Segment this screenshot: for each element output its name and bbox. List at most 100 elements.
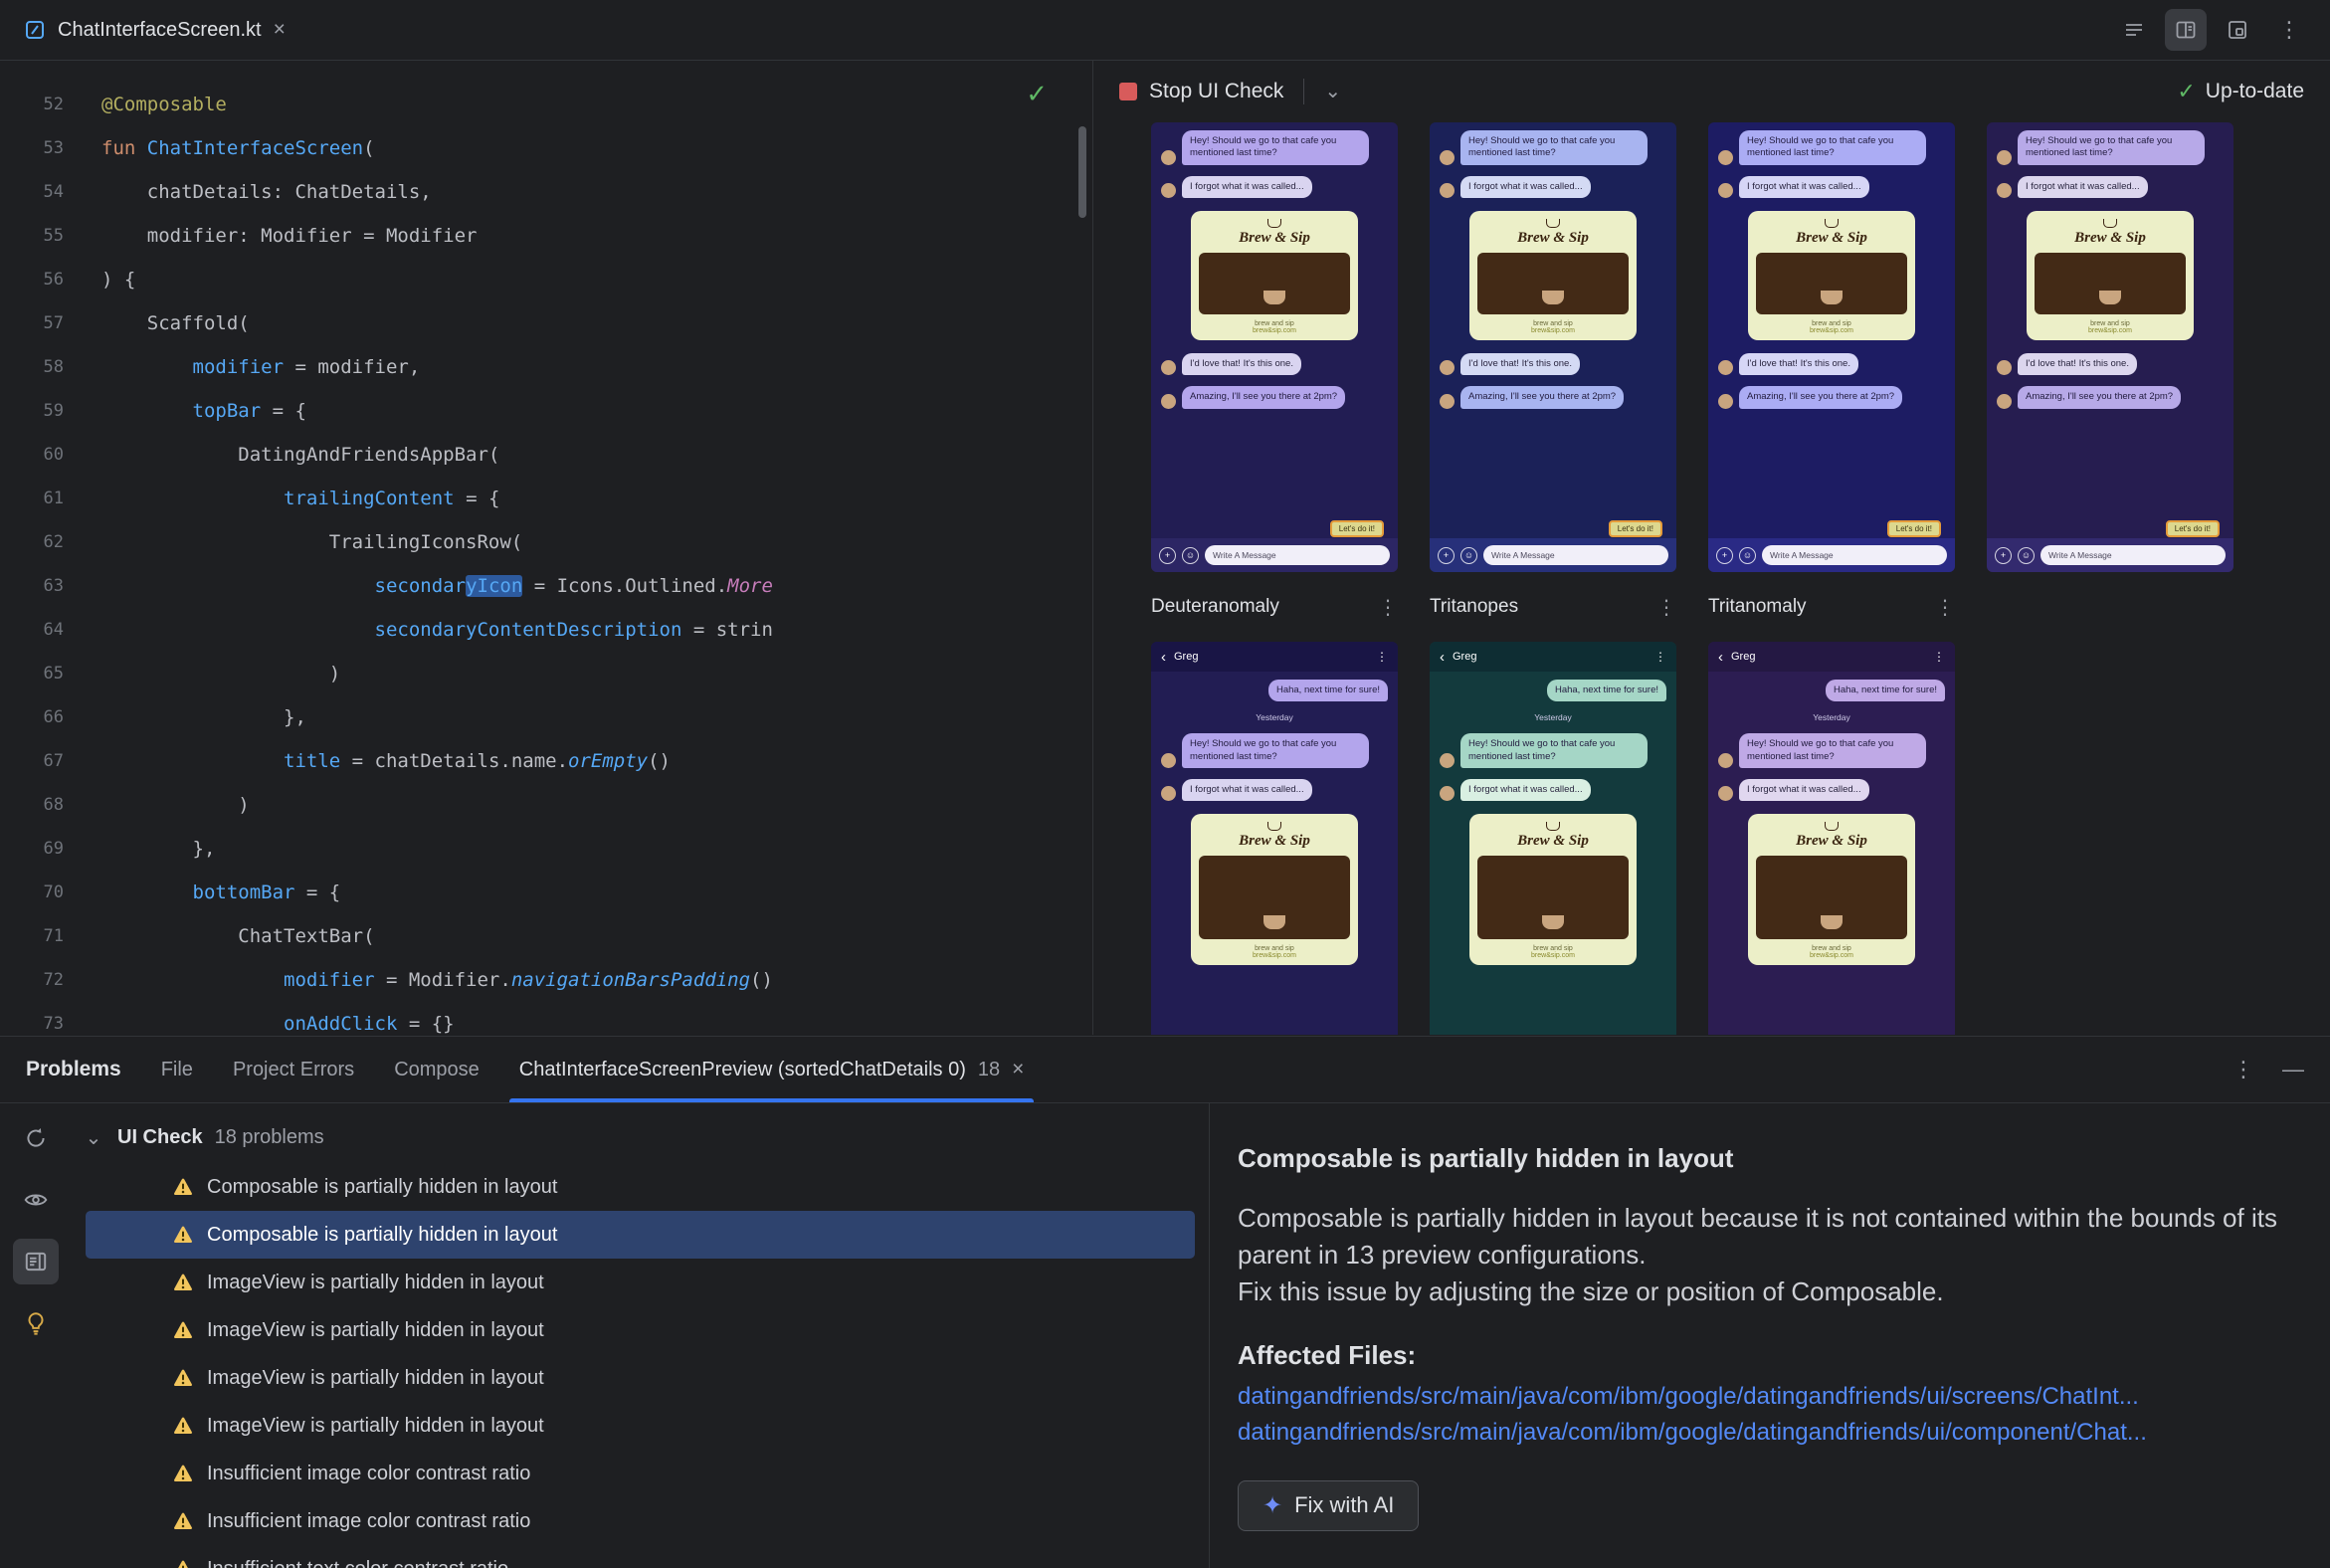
refresh-icon[interactable] (13, 1115, 59, 1161)
phone-preview[interactable]: ‹ Greg ⋮ Haha, next time for sure! Yesterday… (1708, 642, 1955, 1035)
split-preview-icon[interactable] (2165, 9, 2207, 51)
code-line[interactable]: 67 title = chatDetails.name.orEmpty() (0, 739, 1091, 783)
code-line[interactable]: 72 modifier = Modifier.navigationBarsPad… (0, 958, 1091, 1002)
emoji-icon[interactable]: ☺ (1182, 546, 1199, 564)
message-input[interactable]: Write A Message (1762, 545, 1947, 565)
back-icon[interactable]: ‹ (1161, 649, 1166, 666)
message-input[interactable]: Write A Message (2040, 545, 2226, 565)
code-line[interactable]: 59 topBar = { (0, 389, 1091, 433)
lightbulb-icon[interactable] (13, 1300, 59, 1346)
back-icon[interactable]: ‹ (1718, 649, 1723, 666)
add-icon[interactable]: + (1995, 546, 2012, 564)
code-line[interactable]: 57 Scaffold( (0, 301, 1091, 345)
more-kebab-icon[interactable]: ⋮ (2268, 9, 2310, 51)
problem-item[interactable]: ImageView is partially hidden in layout (86, 1402, 1195, 1450)
kebab-icon[interactable]: ⋮ (1378, 595, 1398, 620)
close-tab-icon[interactable]: × (274, 18, 286, 42)
problem-item[interactable]: Composable is partially hidden in layout (86, 1163, 1195, 1211)
phone-preview[interactable]: ‹ Greg ⋮ Haha, next time for sure! Yesterday… (1430, 642, 1676, 1035)
code-line[interactable]: 71 ChatTextBar( (0, 914, 1091, 958)
card-link[interactable]: brew&sip.com (1756, 952, 1907, 959)
emoji-icon[interactable]: ☺ (1460, 546, 1477, 564)
flagged-composable: Let's do it! (1886, 520, 1941, 537)
problem-item[interactable]: Insufficient image color contrast ratio (86, 1450, 1195, 1497)
editor-tab[interactable]: ChatInterfaceScreen.kt × (0, 0, 307, 60)
problem-item[interactable]: ImageView is partially hidden in layout (86, 1306, 1195, 1354)
problem-item[interactable]: Insufficient text color contrast ratio (86, 1545, 1195, 1568)
add-icon[interactable]: + (1438, 546, 1455, 564)
phone-preview[interactable]: ‹ Greg ⋮ Haha, next time for sure! Yesterday… (1151, 642, 1398, 1035)
code-line[interactable]: 64 secondaryContentDescription = strin (0, 608, 1091, 652)
code-line[interactable]: 53 fun ChatInterfaceScreen( (0, 126, 1091, 170)
back-icon[interactable]: ‹ (1440, 649, 1445, 666)
emoji-icon[interactable]: ☺ (2018, 546, 2035, 564)
phone-preview[interactable]: Hey! Should we go to that cafe you menti… (1151, 122, 1398, 572)
code-line[interactable]: 65 ) (0, 652, 1091, 695)
tab-compose[interactable]: Compose (394, 1037, 480, 1102)
code-line[interactable]: 54 chatDetails: ChatDetails, (0, 170, 1091, 214)
chevron-down-icon[interactable]: ⌄ (1324, 82, 1341, 101)
inspection-ok-icon[interactable]: ✓ (1026, 79, 1048, 109)
code-line[interactable]: 70 bottomBar = { (0, 871, 1091, 914)
add-icon[interactable]: + (1716, 546, 1733, 564)
add-icon[interactable]: + (1159, 546, 1176, 564)
kebab-icon[interactable]: ⋮ (1376, 650, 1388, 664)
problem-item[interactable]: Insufficient image color contrast ratio (86, 1497, 1195, 1545)
minimize-icon[interactable]: — (2282, 1057, 2304, 1082)
code-line[interactable]: 61 trailingContent = { (0, 477, 1091, 520)
card-link[interactable]: brew&sip.com (1477, 952, 1629, 959)
tab-file[interactable]: File (161, 1037, 193, 1102)
device-frame-icon[interactable] (2217, 9, 2258, 51)
problem-item[interactable]: ImageView is partially hidden in layout (86, 1354, 1195, 1402)
more-kebab-icon[interactable]: ⋮ (2233, 1057, 2254, 1082)
card-link[interactable]: brew&sip.com (1477, 327, 1629, 334)
close-tab-icon[interactable]: × (1012, 1058, 1024, 1081)
code-line[interactable]: 60 DatingAndFriendsAppBar( (0, 433, 1091, 477)
problem-item[interactable]: ImageView is partially hidden in layout (86, 1259, 1195, 1306)
editor-scrollbar[interactable] (1078, 126, 1086, 218)
fix-with-ai-button[interactable]: ✦ Fix with AI (1238, 1479, 1420, 1531)
kebab-icon[interactable]: ⋮ (1656, 595, 1676, 620)
problem-item[interactable]: Composable is partially hidden in layout (86, 1211, 1195, 1259)
code-line[interactable]: 66 }, (0, 695, 1091, 739)
affected-file-link[interactable]: datingandfriends/src/main/java/com/ibm/g… (1238, 1383, 2290, 1411)
affected-file-link[interactable]: datingandfriends/src/main/java/com/ibm/g… (1238, 1419, 2290, 1447)
problems-group-row[interactable]: ⌄ UI Check 18 problems (72, 1111, 1209, 1163)
structure-lines-icon[interactable] (2113, 9, 2155, 51)
code-line[interactable]: 55 modifier: Modifier = Modifier (0, 214, 1091, 258)
eye-icon[interactable] (13, 1177, 59, 1223)
code-line[interactable]: 62 TrailingIconsRow( (0, 520, 1091, 564)
code-text: secondaryContentDescription = strin (374, 619, 773, 641)
code-line[interactable]: 58 modifier = modifier, (0, 345, 1091, 389)
card-link[interactable]: brew&sip.com (1199, 327, 1350, 334)
code-line[interactable]: 69 }, (0, 827, 1091, 871)
chat-bubble: I'd love that! It's this one. (1182, 353, 1301, 376)
kebab-icon[interactable]: ⋮ (1935, 595, 1955, 620)
problems-list[interactable]: ⌄ UI Check 18 problems Composable is par… (72, 1103, 1209, 1568)
phone-preview[interactable]: Hey! Should we go to that cafe you menti… (1708, 122, 1955, 572)
stop-ui-check-button[interactable]: Stop UI Check (1149, 80, 1283, 103)
phone-preview[interactable]: Hey! Should we go to that cafe you menti… (1987, 122, 2233, 572)
message-input[interactable]: Write A Message (1205, 545, 1390, 565)
code-editor[interactable]: 52 @Composable 53 fun ChatInterfaceScreen(5… (0, 61, 1091, 1035)
code-line[interactable]: 68 ) (0, 783, 1091, 827)
warning-icon (174, 1226, 192, 1243)
code-line[interactable]: 52 @Composable (0, 83, 1091, 126)
chat-bubble: Hey! Should we go to that cafe you menti… (2018, 130, 2205, 165)
code-line[interactable]: 73 onAddClick = {} (0, 1002, 1091, 1035)
code-line[interactable]: 63 secondaryIcon = Icons.Outlined.More (0, 564, 1091, 608)
kebab-icon[interactable]: ⋮ (1654, 650, 1666, 664)
message-input[interactable]: Write A Message (1483, 545, 1668, 565)
emoji-icon[interactable]: ☺ (1739, 546, 1756, 564)
tab-project-errors[interactable]: Project Errors (233, 1037, 354, 1102)
code-line[interactable]: 56) { (0, 258, 1091, 301)
card-link[interactable]: brew&sip.com (1199, 952, 1350, 959)
card-link[interactable]: brew&sip.com (1756, 327, 1907, 334)
tab-ui-check-preview[interactable]: ChatInterfaceScreenPreview (sortedChatDe… (508, 1037, 1035, 1102)
preview-canvas[interactable]: Hey! Should we go to that cafe you menti… (1093, 122, 2330, 1035)
detail-view-icon[interactable] (13, 1239, 59, 1284)
chevron-down-icon[interactable]: ⌄ (82, 1125, 105, 1150)
phone-preview[interactable]: Hey! Should we go to that cafe you menti… (1430, 122, 1676, 572)
card-link[interactable]: brew&sip.com (2035, 327, 2186, 334)
kebab-icon[interactable]: ⋮ (1933, 650, 1945, 664)
